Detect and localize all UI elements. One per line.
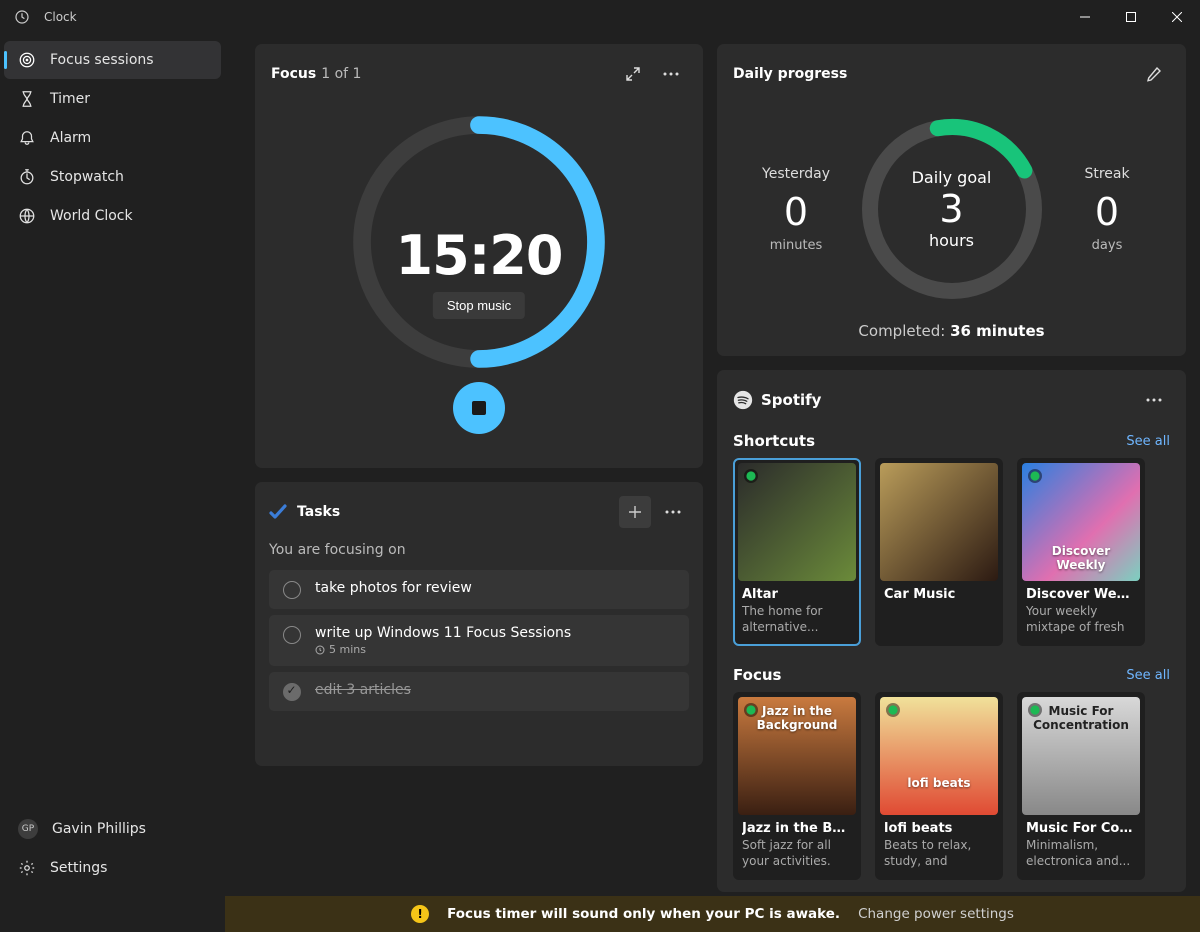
playlist-art: Jazz in the Background bbox=[738, 697, 856, 815]
target-icon bbox=[18, 51, 36, 69]
daily-goal-ring: Daily goal 3 hours bbox=[857, 114, 1047, 304]
sidebar-item-focus-sessions[interactable]: Focus sessions bbox=[4, 41, 221, 79]
spotify-card: Spotify Shortcuts See all Altar The home… bbox=[717, 370, 1186, 892]
sidebar-item-label: Alarm bbox=[50, 130, 91, 146]
playlist-art: Discover Weekly bbox=[1022, 463, 1140, 581]
focus-title: Focus bbox=[271, 66, 316, 82]
window-title: Clock bbox=[44, 10, 77, 24]
metric-streak: Streak 0 days bbox=[1062, 166, 1152, 253]
playlist-tile[interactable]: Jazz in the Background Jazz in the Backg… bbox=[733, 692, 861, 880]
main-content: Focus 1 of 1 15:20 Stop music bbox=[225, 34, 1200, 896]
tasks-title: Tasks bbox=[297, 504, 340, 520]
app-icon bbox=[14, 9, 30, 25]
playlist-art: Music For Concentration bbox=[1022, 697, 1140, 815]
sidebar-item-timer[interactable]: Timer bbox=[4, 80, 221, 118]
task-checkbox[interactable] bbox=[283, 581, 301, 599]
playlist-art: lofi beats bbox=[880, 697, 998, 815]
gear-icon bbox=[18, 859, 36, 877]
alert-bar: ! Focus timer will sound only when your … bbox=[225, 896, 1200, 932]
task-row[interactable]: write up Windows 11 Focus Sessions 5 min… bbox=[269, 615, 689, 666]
sidebar-item-alarm[interactable]: Alarm bbox=[4, 119, 221, 157]
alert-message: Focus timer will sound only when your PC… bbox=[447, 906, 840, 922]
metric-yesterday: Yesterday 0 minutes bbox=[751, 166, 841, 253]
titlebar: Clock bbox=[0, 0, 1200, 34]
spotify-brand: Spotify bbox=[761, 391, 821, 409]
user-name: Gavin Phillips bbox=[52, 821, 146, 837]
warning-icon: ! bbox=[411, 905, 429, 923]
shortcuts-title: Shortcuts bbox=[733, 432, 815, 450]
playlist-tile[interactable]: Discover Weekly Discover Weekly Your wee… bbox=[1017, 458, 1145, 646]
sidebar-item-label: Timer bbox=[50, 91, 90, 107]
playlist-art bbox=[738, 463, 856, 581]
see-all-shortcuts[interactable]: See all bbox=[1126, 434, 1170, 449]
focus-timer-value: 15:20 bbox=[255, 224, 703, 287]
focus-playlists-title: Focus bbox=[733, 666, 781, 684]
completed-text: Completed: 36 minutes bbox=[717, 322, 1186, 340]
task-checkbox[interactable] bbox=[283, 626, 301, 644]
tasks-icon bbox=[269, 503, 287, 521]
playlist-tile[interactable]: Music For Concentration Music For Conce.… bbox=[1017, 692, 1145, 880]
stop-session-button[interactable] bbox=[453, 382, 505, 434]
sidebar-item-label: Focus sessions bbox=[50, 52, 154, 68]
stop-music-button[interactable]: Stop music bbox=[433, 292, 525, 319]
more-button[interactable] bbox=[1138, 384, 1170, 416]
sidebar-item-stopwatch[interactable]: Stopwatch bbox=[4, 158, 221, 196]
avatar: GP bbox=[18, 819, 38, 839]
expand-button[interactable] bbox=[617, 58, 649, 90]
hourglass-icon bbox=[18, 90, 36, 108]
playlist-art bbox=[880, 463, 998, 581]
more-button[interactable] bbox=[657, 496, 689, 528]
sidebar-item-settings[interactable]: Settings bbox=[4, 849, 221, 887]
playlist-tile[interactable]: Altar The home for alternative... bbox=[733, 458, 861, 646]
more-button[interactable] bbox=[655, 58, 687, 90]
bell-icon bbox=[18, 129, 36, 147]
task-text: edit 3 articles bbox=[315, 682, 411, 698]
task-row[interactable]: take photos for review bbox=[269, 570, 689, 609]
sidebar-user[interactable]: GP Gavin Phillips bbox=[4, 810, 221, 848]
task-checkbox[interactable] bbox=[283, 683, 301, 701]
see-all-focus[interactable]: See all bbox=[1126, 668, 1170, 683]
task-duration: 5 mins bbox=[315, 643, 571, 656]
progress-title: Daily progress bbox=[733, 66, 847, 82]
close-button[interactable] bbox=[1154, 0, 1200, 34]
daily-progress-card: Daily progress Yesterday 0 minutes bbox=[717, 44, 1186, 356]
globe-icon bbox=[18, 207, 36, 225]
minimize-button[interactable] bbox=[1062, 0, 1108, 34]
focus-counter: 1 of 1 bbox=[321, 66, 361, 82]
add-task-button[interactable] bbox=[619, 496, 651, 528]
stopwatch-icon bbox=[18, 168, 36, 186]
edit-goal-button[interactable] bbox=[1138, 58, 1170, 90]
sidebar: Focus sessions Timer Alarm Stopwatch Wor… bbox=[0, 34, 225, 896]
sidebar-item-label: World Clock bbox=[50, 208, 133, 224]
sidebar-item-label: Settings bbox=[50, 860, 107, 876]
spotify-icon bbox=[733, 390, 753, 410]
playlist-tile[interactable]: Car Music bbox=[875, 458, 1003, 646]
task-row[interactable]: edit 3 articles bbox=[269, 672, 689, 711]
task-text: take photos for review bbox=[315, 580, 472, 596]
change-power-settings-link[interactable]: Change power settings bbox=[858, 906, 1014, 922]
playlist-tile[interactable]: lofi beats lofi beats Beats to relax, st… bbox=[875, 692, 1003, 880]
sidebar-item-world-clock[interactable]: World Clock bbox=[4, 197, 221, 235]
maximize-button[interactable] bbox=[1108, 0, 1154, 34]
tasks-focusing-label: You are focusing on bbox=[269, 542, 689, 558]
task-text: write up Windows 11 Focus Sessions bbox=[315, 625, 571, 641]
tasks-card: Tasks You are focusing on take photos fo… bbox=[255, 482, 703, 766]
sidebar-item-label: Stopwatch bbox=[50, 169, 124, 185]
focus-session-card: Focus 1 of 1 15:20 Stop music bbox=[255, 44, 703, 468]
